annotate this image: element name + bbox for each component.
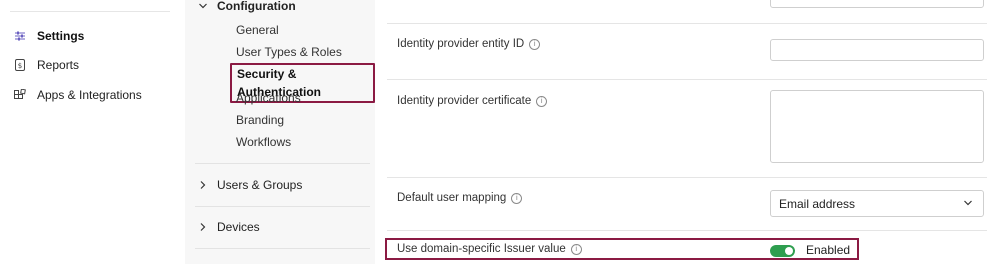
- chevron-down-icon: [963, 197, 973, 211]
- divider: [387, 230, 987, 231]
- info-icon[interactable]: i: [536, 95, 548, 107]
- left-navigation: Settings $ Reports Apps & Integrations: [0, 0, 185, 264]
- settings-form: Identity provider entity ID i Identity p…: [375, 0, 1000, 264]
- nav-item-label: Reports: [37, 58, 80, 72]
- section-configuration[interactable]: Configuration: [197, 0, 296, 15]
- entity-id-input[interactable]: [770, 39, 984, 61]
- sliders-icon: [14, 30, 26, 42]
- divider: [10, 11, 170, 12]
- user-mapping-label: Default user mapping i: [397, 192, 523, 204]
- certificate-textarea[interactable]: [770, 90, 984, 163]
- entity-id-label: Identity provider entity ID i: [397, 38, 541, 50]
- report-icon: $: [14, 59, 26, 71]
- partial-input-field[interactable]: [770, 0, 984, 8]
- nav-item-reports[interactable]: $ Reports: [14, 55, 79, 75]
- select-value: Email address: [779, 196, 856, 211]
- divider: [195, 206, 370, 207]
- chevron-right-icon: [197, 222, 209, 232]
- config-item-workflows[interactable]: Workflows: [236, 133, 291, 151]
- divider: [195, 248, 370, 249]
- chevron-right-icon: [197, 180, 209, 190]
- nav-item-label: Settings: [37, 29, 85, 43]
- divider: [387, 23, 987, 24]
- section-devices[interactable]: Devices: [197, 218, 260, 236]
- divider: [387, 177, 987, 178]
- issuer-toggle-label: Enabled: [806, 243, 851, 257]
- certificate-label: Identity provider certificate i: [397, 95, 548, 107]
- settings-navigation: Configuration General User Types & Roles…: [185, 0, 375, 264]
- info-icon[interactable]: i: [529, 38, 541, 50]
- nav-item-settings[interactable]: Settings: [14, 26, 84, 46]
- issuer-toggle[interactable]: [770, 245, 795, 257]
- section-label: Devices: [217, 220, 260, 234]
- issuer-label: Use domain-specific Issuer value i: [397, 243, 582, 255]
- toggle-knob: [785, 247, 793, 255]
- info-icon[interactable]: i: [570, 243, 582, 255]
- config-item-branding[interactable]: Branding: [236, 111, 284, 129]
- config-item-applications[interactable]: Applications: [236, 89, 301, 107]
- config-item-user-types-roles[interactable]: User Types & Roles: [236, 43, 342, 61]
- nav-item-label: Apps & Integrations: [37, 88, 142, 102]
- chevron-down-icon: [197, 1, 209, 11]
- apps-icon: [14, 89, 26, 101]
- divider: [387, 79, 987, 80]
- section-label: Configuration: [217, 0, 296, 13]
- svg-text:$: $: [18, 62, 22, 70]
- section-label: Users & Groups: [217, 178, 303, 192]
- user-mapping-select[interactable]: Email address: [770, 190, 984, 217]
- config-item-general[interactable]: General: [236, 21, 279, 39]
- divider: [195, 163, 370, 164]
- section-users-groups[interactable]: Users & Groups: [197, 176, 302, 194]
- nav-item-apps-integrations[interactable]: Apps & Integrations: [14, 85, 142, 105]
- info-icon[interactable]: i: [511, 192, 523, 204]
